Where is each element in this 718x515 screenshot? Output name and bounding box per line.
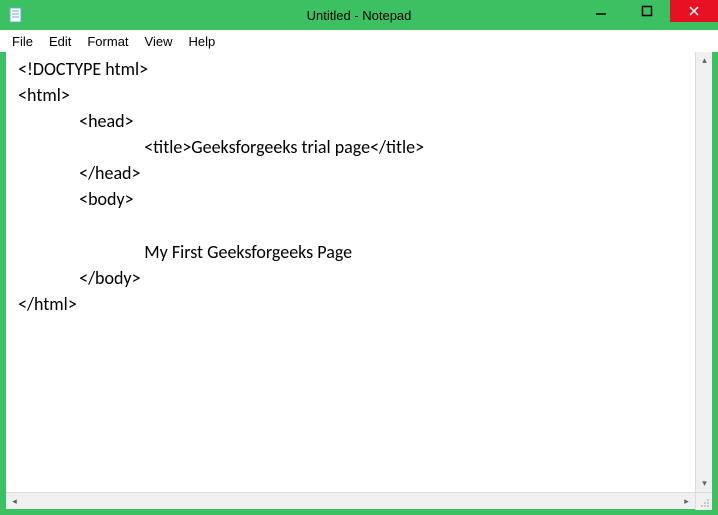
window-controls	[578, 0, 718, 30]
resize-grip-icon[interactable]	[695, 493, 712, 510]
minimize-button[interactable]	[578, 0, 624, 22]
text-editor[interactable]: <!DOCTYPE html> <html> <head> <title>Gee…	[6, 52, 695, 492]
menu-file[interactable]: File	[4, 32, 41, 51]
titlebar[interactable]: Untitled - Notepad	[0, 0, 718, 30]
hscroll-track[interactable]	[23, 493, 678, 509]
scroll-right-icon[interactable]: ▸	[678, 493, 695, 510]
vertical-scrollbar[interactable]: ▴ ▾	[695, 52, 712, 492]
menubar: File Edit Format View Help	[0, 30, 718, 52]
maximize-button[interactable]	[624, 0, 670, 22]
notepad-window: Untitled - Notepad File Edit Format View…	[0, 0, 718, 515]
editor-area: <!DOCTYPE html> <html> <head> <title>Gee…	[6, 52, 712, 492]
scroll-up-icon[interactable]: ▴	[696, 52, 712, 69]
scroll-left-icon[interactable]: ◂	[6, 493, 23, 510]
menu-help[interactable]: Help	[180, 32, 223, 51]
menu-format[interactable]: Format	[79, 32, 136, 51]
scroll-down-icon[interactable]: ▾	[696, 475, 712, 492]
horizontal-scrollbar[interactable]: ◂ ▸	[6, 492, 712, 509]
menu-view[interactable]: View	[137, 32, 181, 51]
menu-edit[interactable]: Edit	[41, 32, 79, 51]
content-area: <!DOCTYPE html> <html> <head> <title>Gee…	[6, 52, 712, 509]
notepad-icon	[8, 7, 24, 23]
window-title: Untitled - Notepad	[307, 8, 412, 23]
close-button[interactable]	[670, 0, 718, 22]
